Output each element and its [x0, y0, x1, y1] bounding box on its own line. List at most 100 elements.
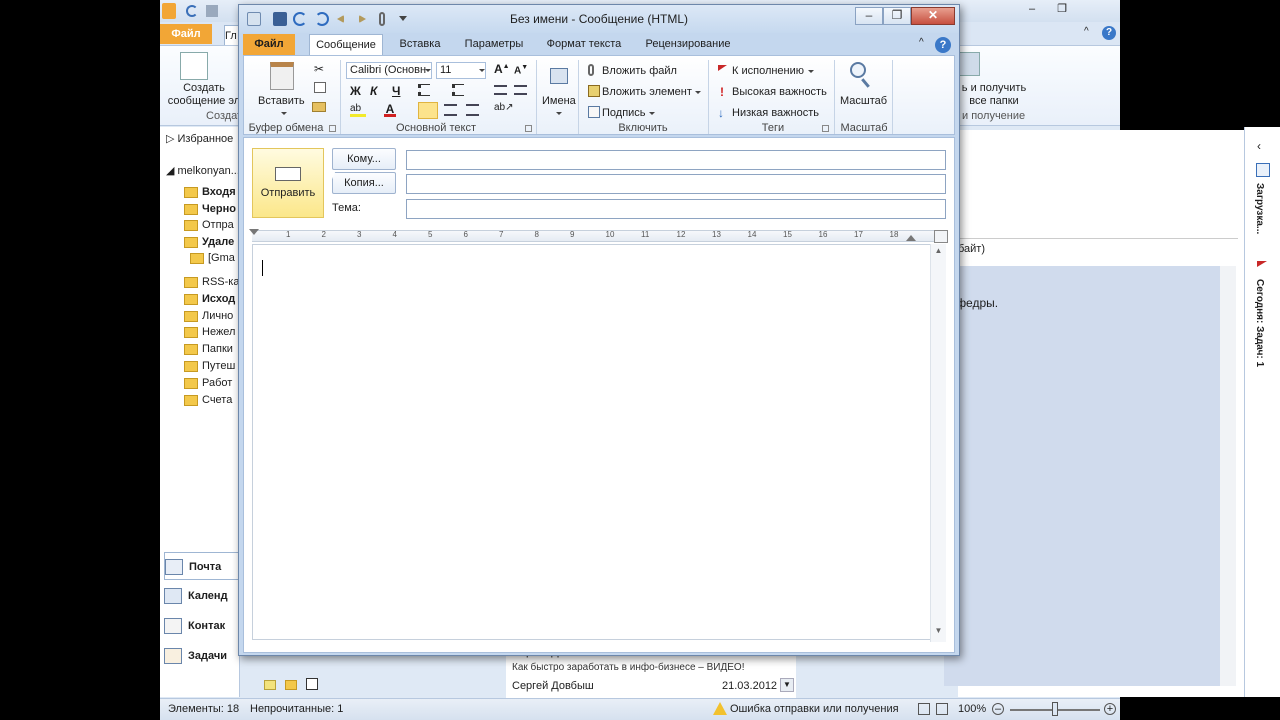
message-body-editor[interactable]: [252, 244, 938, 640]
high-importance-button[interactable]: Высокая важность: [732, 85, 827, 99]
subject-field[interactable]: [406, 199, 946, 219]
followup-dropdown-icon[interactable]: [808, 70, 814, 73]
ruler[interactable]: 1 2 3 4 5 6 7 8 9 10 11 12 13 14 15 16 17 18: [249, 229, 936, 242]
dialog-launcher-icon[interactable]: [822, 125, 829, 132]
tasks-nav-button[interactable]: Задачи: [164, 642, 240, 670]
tab-insert[interactable]: Вставка: [391, 34, 449, 55]
ribbon-collapse-icon[interactable]: ^: [919, 37, 924, 48]
favorites-header[interactable]: ▷ Избранное: [166, 131, 242, 147]
calendar-nav-button[interactable]: Календ: [164, 582, 240, 610]
status-error[interactable]: Ошибка отправки или получения: [730, 703, 899, 715]
underline-button[interactable]: Ч: [392, 84, 400, 98]
main-minimize-button[interactable]: –: [1020, 2, 1044, 18]
signature-dropdown-icon[interactable]: [649, 112, 655, 115]
low-importance-button[interactable]: Низкая важность: [732, 106, 819, 120]
shrink-font-icon[interactable]: A▼: [514, 64, 528, 76]
scroll-down-arrow[interactable]: ▼: [932, 626, 945, 638]
folder-icon[interactable]: [285, 680, 298, 690]
reading-pane: байт) кафедры.: [944, 130, 1244, 697]
todo-loading-label: Загрузка...: [1254, 183, 1265, 235]
align-left-icon[interactable]: [418, 102, 438, 119]
folder-label: Отпра: [202, 219, 234, 231]
attach-file-button[interactable]: Вложить файл: [602, 64, 677, 78]
send-receive-all-button[interactable]: ь и получить все папки: [958, 82, 1030, 108]
mail-nav-button[interactable]: Почта: [164, 552, 240, 580]
send-button[interactable]: Отправить: [252, 148, 324, 218]
undo-icon[interactable]: [186, 5, 198, 17]
minimize-button[interactable]: –: [855, 7, 883, 25]
to-button[interactable]: Кому...: [332, 148, 396, 170]
attach-item-dropdown-icon[interactable]: [695, 91, 701, 94]
paste-button[interactable]: Вставить: [258, 94, 305, 108]
decrease-indent-icon[interactable]: [494, 85, 507, 95]
cut-icon[interactable]: ✂: [314, 62, 324, 76]
tab-options[interactable]: Параметры: [457, 34, 531, 55]
ruler-number: 11: [641, 230, 650, 239]
to-field[interactable]: [406, 150, 946, 170]
message-row-sender[interactable]: Сергей Довбыш: [512, 680, 594, 692]
new-email-button[interactable]: Создать сообщение эл: [164, 82, 244, 108]
cc-button[interactable]: Копия...: [332, 172, 396, 194]
close-button[interactable]: ✕: [911, 7, 955, 25]
align-right-icon[interactable]: [466, 104, 479, 116]
font-name-dropdown-icon[interactable]: [425, 69, 431, 72]
reading-view-icon[interactable]: [936, 703, 948, 715]
right-indent-marker[interactable]: [906, 235, 916, 241]
align-center-icon[interactable]: [444, 104, 457, 116]
font-name-box[interactable]: Calibri (Основн: [346, 62, 432, 79]
zoom-out-icon[interactable]: –: [992, 703, 1004, 715]
format-painter-icon[interactable]: [312, 102, 326, 112]
attach-item-button[interactable]: Вложить элемент: [602, 85, 692, 99]
print-icon[interactable]: [206, 5, 218, 17]
ruler-toggle-icon[interactable]: [934, 230, 948, 243]
notes-icon[interactable]: [264, 680, 276, 690]
message-list-scroll-down[interactable]: ▼: [780, 678, 794, 692]
status-zoom[interactable]: 100%: [958, 703, 986, 715]
copy-icon[interactable]: [314, 82, 326, 93]
font-size-dropdown-icon[interactable]: [479, 69, 485, 72]
grow-font-icon[interactable]: A▲: [494, 62, 510, 76]
account-header[interactable]: ◢ melkonyan...: [166, 163, 242, 179]
ribbon-collapse-icon[interactable]: ^: [1084, 26, 1089, 37]
paste-dropdown-icon[interactable]: [281, 112, 287, 115]
high-importance-icon: !: [720, 85, 724, 99]
bullets-icon[interactable]: [418, 84, 430, 96]
cc-field[interactable]: [406, 174, 946, 194]
names-button[interactable]: Имена: [542, 94, 576, 108]
increase-indent-icon[interactable]: [514, 85, 527, 95]
bold-button[interactable]: Ж: [350, 84, 361, 98]
help-icon[interactable]: ?: [935, 37, 951, 53]
shortcuts-icon[interactable]: [306, 678, 319, 690]
main-file-tab[interactable]: Файл: [160, 24, 212, 44]
tab-format-text[interactable]: Формат текста: [541, 34, 627, 55]
zoom-in-icon[interactable]: +: [1104, 703, 1116, 715]
italic-button[interactable]: К: [370, 84, 377, 98]
dialog-launcher-icon[interactable]: [525, 125, 532, 132]
tab-file[interactable]: Файл: [243, 34, 295, 55]
font-color-icon[interactable]: A: [384, 102, 396, 117]
zoom-button[interactable]: Масштаб: [840, 94, 887, 108]
contacts-nav-button[interactable]: Контак: [164, 612, 240, 640]
clear-formatting-icon[interactable]: ab↗: [494, 102, 514, 113]
tab-review[interactable]: Рецензирование: [639, 34, 737, 55]
main-restore-button[interactable]: ❐: [1050, 2, 1074, 18]
main-help-icon[interactable]: ?: [1102, 26, 1116, 40]
signature-button[interactable]: Подпись: [602, 106, 646, 120]
tab-message[interactable]: Сообщение: [309, 34, 383, 55]
dialog-launcher-icon[interactable]: [329, 125, 336, 132]
normal-view-icon[interactable]: [918, 703, 930, 715]
left-indent-marker[interactable]: [249, 229, 259, 235]
followup-button[interactable]: К исполнению: [732, 64, 804, 78]
names-dropdown-icon[interactable]: [556, 112, 562, 115]
highlight-icon[interactable]: ab: [350, 103, 366, 117]
scroll-up-arrow[interactable]: ▲: [932, 246, 945, 258]
numbering-icon[interactable]: [452, 84, 464, 96]
ruler-number: 5: [428, 230, 433, 239]
restore-button[interactable]: ❐: [883, 7, 911, 25]
address-book-icon[interactable]: [550, 68, 568, 84]
todo-expand-icon[interactable]: ‹: [1257, 139, 1261, 153]
zoom-slider-thumb[interactable]: [1052, 702, 1058, 716]
message-row-subject[interactable]: Как быстро заработать в инфо-бизнесе – В…: [512, 662, 745, 673]
reading-pane-scrollbar[interactable]: [1220, 266, 1236, 686]
vertical-scrollbar[interactable]: ▲ ▼: [930, 244, 946, 642]
